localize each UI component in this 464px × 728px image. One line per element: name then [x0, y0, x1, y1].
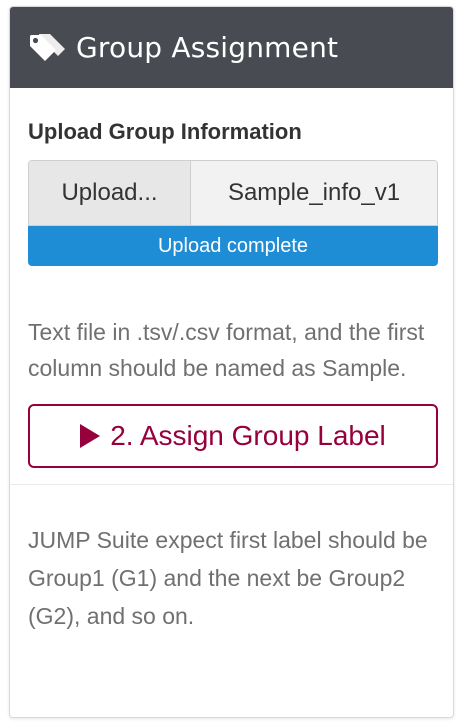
note-section: JUMP Suite expect first label should be …	[10, 521, 453, 635]
file-input-group[interactable]: Upload... Sample_info_v1	[28, 160, 438, 226]
upload-help-text: Text file in .tsv/.csv format, and the f…	[28, 319, 425, 381]
upload-progress: Upload complete	[28, 226, 438, 266]
upload-heading: Upload Group Information	[28, 119, 302, 144]
group-assignment-panel: Group Assignment Upload Group Informatio…	[9, 6, 454, 718]
selected-file-name[interactable]: Sample_info_v1	[191, 161, 437, 225]
group-label-note: JUMP Suite expect first label should be …	[28, 527, 428, 629]
page: Group Assignment Upload Group Informatio…	[0, 0, 464, 728]
assign-group-label-button[interactable]: 2. Assign Group Label	[28, 404, 438, 468]
assign-group-label-text: 2. Assign Group Label	[110, 420, 386, 451]
divider	[10, 484, 453, 485]
panel-header: Group Assignment	[10, 7, 453, 88]
panel-title: Group Assignment	[76, 31, 339, 64]
tags-icon	[28, 30, 68, 66]
upload-section: Upload Group Information Upload... Sampl…	[10, 118, 453, 468]
upload-progress-bar: Upload complete	[28, 226, 438, 266]
upload-browse-button[interactable]: Upload...	[29, 161, 191, 225]
play-icon	[80, 424, 101, 448]
